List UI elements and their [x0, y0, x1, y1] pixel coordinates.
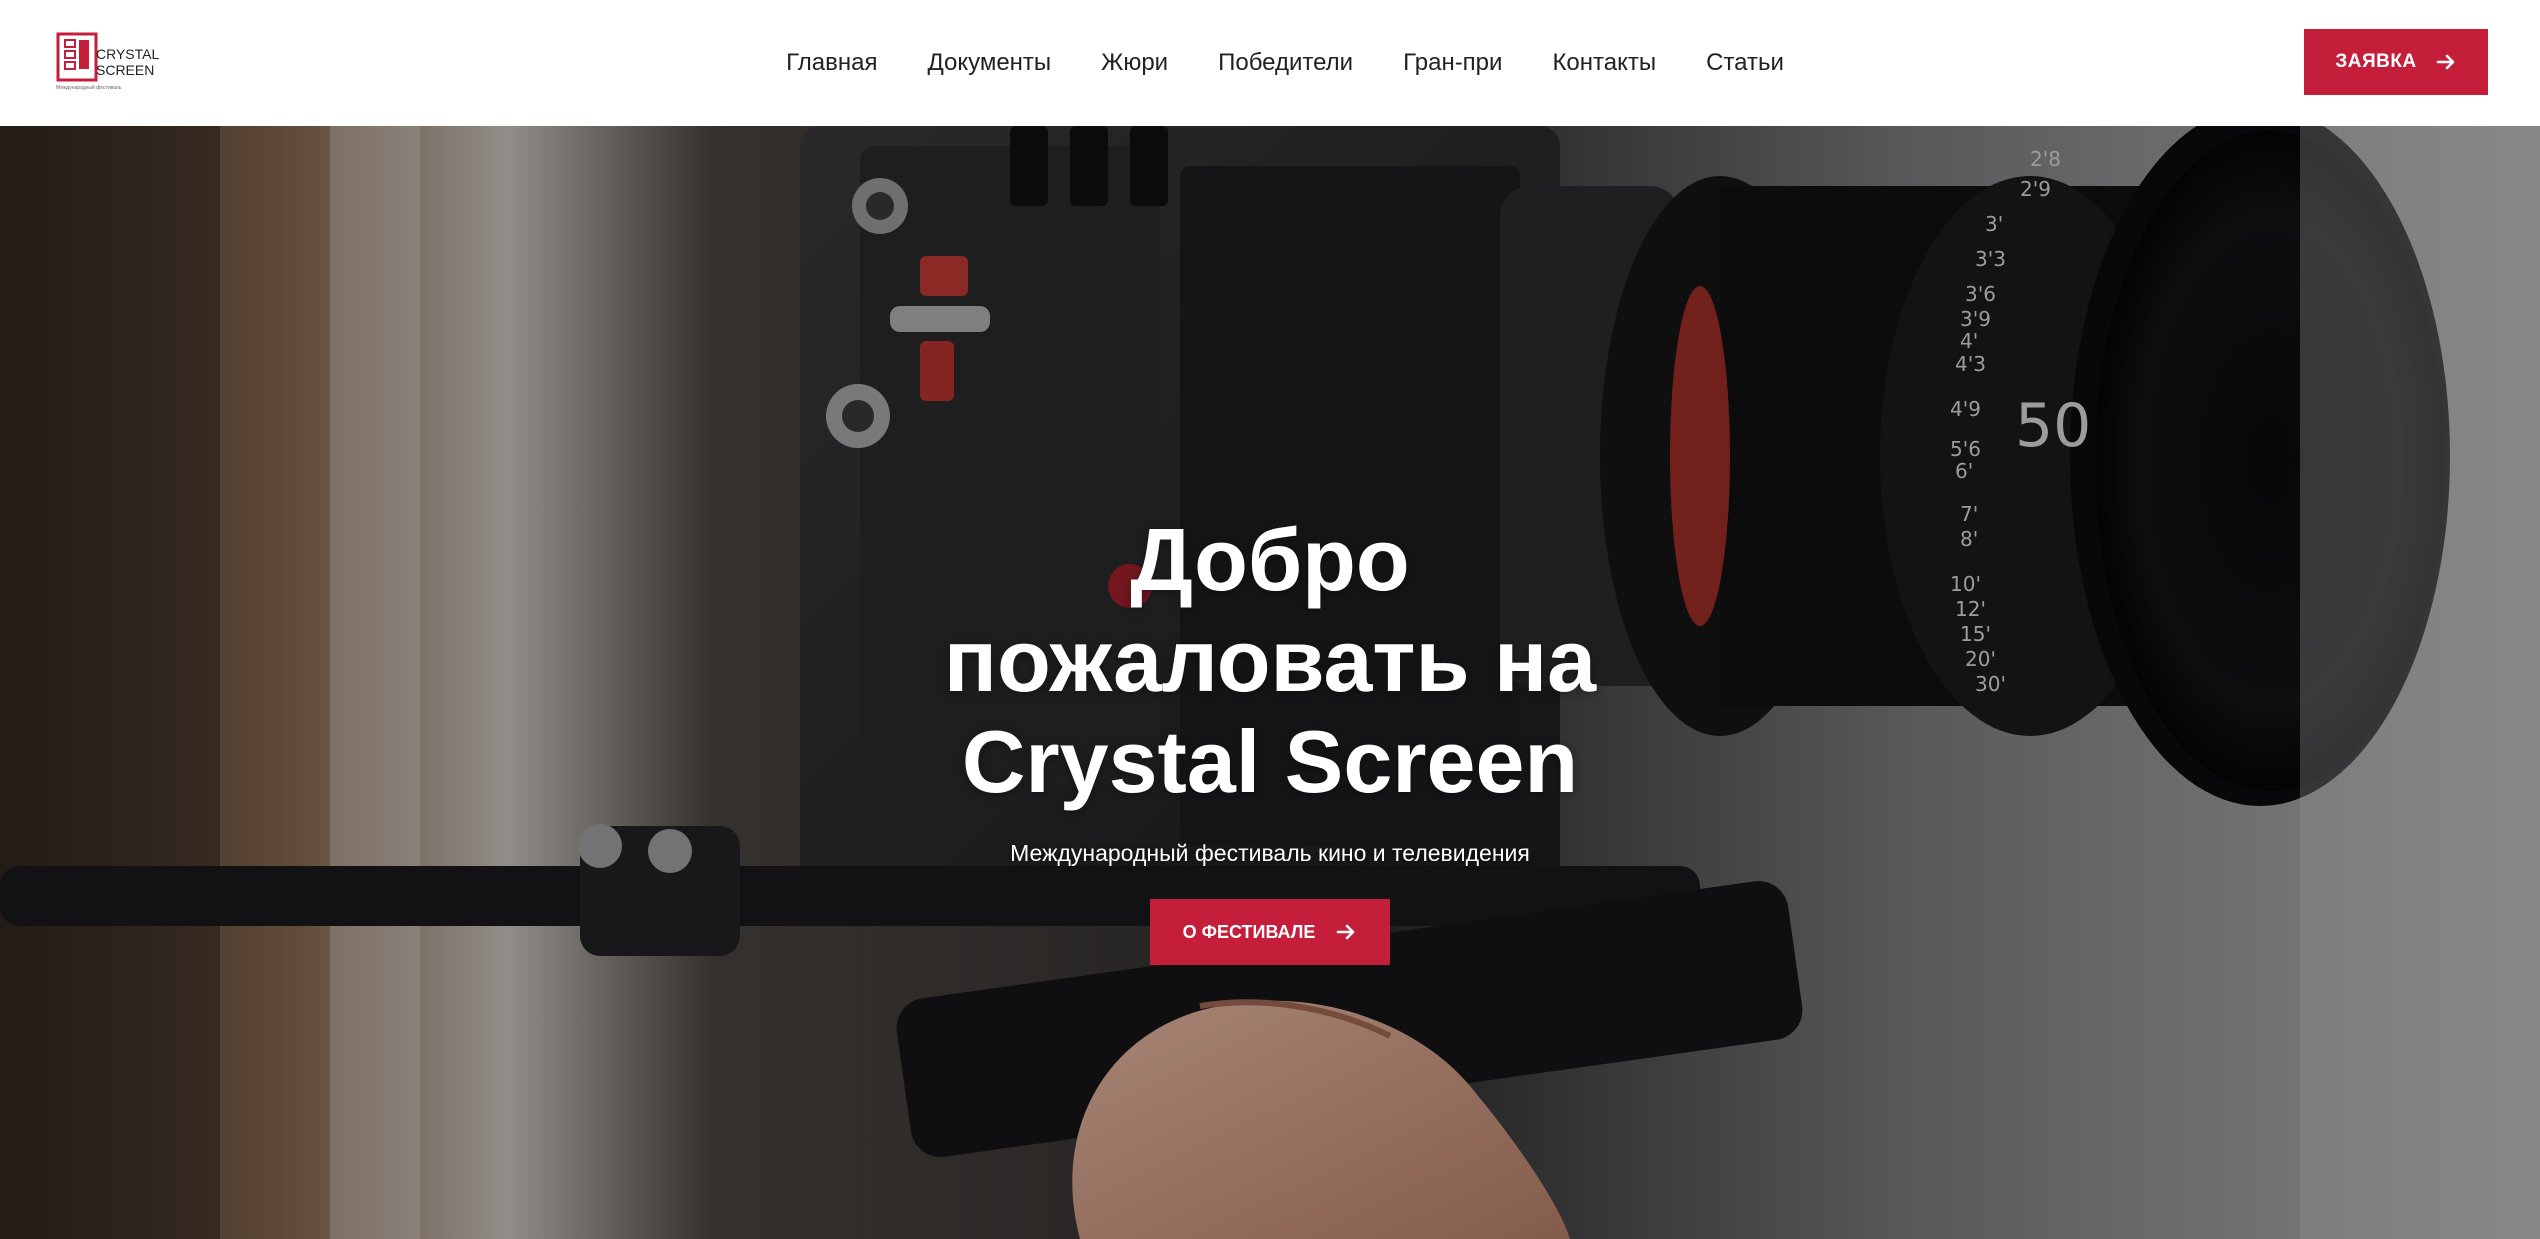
application-button-label: ЗАЯВКА: [2335, 51, 2417, 72]
nav-item-articles[interactable]: Статьи: [1706, 49, 1784, 77]
logo-line2: SCREEN: [96, 62, 154, 78]
nav-item-documents[interactable]: Документы: [927, 49, 1051, 77]
about-festival-button[interactable]: О ФЕСТИВАЛЕ: [1150, 899, 1390, 965]
logo-tagline: Международный фестиваль: [56, 84, 122, 91]
hero-subtitle: Международный фестиваль кино и телевиден…: [1010, 840, 1530, 866]
logo-line1: CRYSTAL: [96, 46, 159, 62]
nav-item-jury[interactable]: Жюри: [1101, 49, 1168, 77]
site-logo[interactable]: CRYSTAL SCREEN Международный фестиваль: [56, 32, 174, 92]
nav-item-grand-prix[interactable]: Гран-при: [1403, 49, 1502, 77]
hero-section: 2'8 2'9 3' 3'3 3'6 3'9 4' 4'3 4'9 5'6 6'…: [0, 126, 2540, 1239]
arrow-right-icon: [1337, 924, 1355, 940]
nav-item-contacts[interactable]: Контакты: [1552, 49, 1656, 77]
about-festival-button-label: О ФЕСТИВАЛЕ: [1182, 921, 1316, 942]
nav-item-winners[interactable]: Победители: [1218, 49, 1353, 77]
main-nav: Главная Документы Жюри Победители Гран-п…: [0, 0, 2540, 126]
arrow-right-icon: [2436, 54, 2454, 70]
crystal-screen-logo: CRYSTAL SCREEN Международный фестиваль: [56, 32, 159, 91]
nav-item-home[interactable]: Главная: [786, 49, 877, 77]
hero-content: Добро пожаловать на Crystal Screen Между…: [0, 509, 2540, 965]
hero-title: Добро пожаловать на Crystal Screen: [943, 510, 1597, 811]
application-button[interactable]: ЗАЯВКА: [2304, 29, 2488, 95]
site-header: CRYSTAL SCREEN Международный фестиваль Г…: [0, 0, 2540, 126]
